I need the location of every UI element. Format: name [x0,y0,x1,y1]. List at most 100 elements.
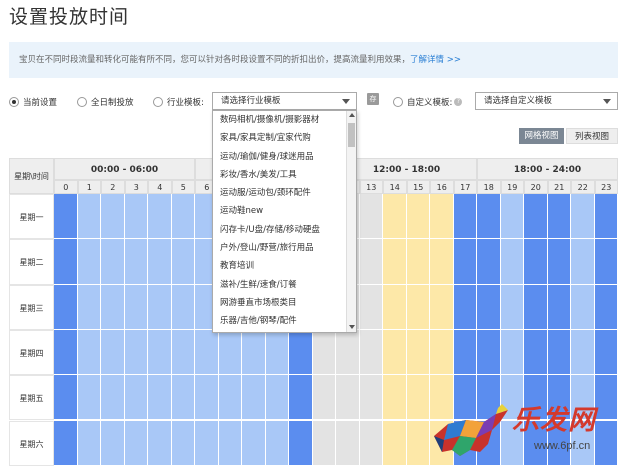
time-slot-cell[interactable] [77,420,101,466]
dropdown-scrollbar[interactable] [346,111,356,332]
time-slot-cell[interactable] [477,329,501,376]
time-slot-cell[interactable] [477,194,501,240]
radio-custom-template[interactable] [393,97,403,107]
time-slot-cell[interactable] [547,239,571,285]
radio-current-setting[interactable] [9,97,19,107]
time-slot-cell[interactable] [171,194,195,240]
time-slot-cell[interactable] [453,194,477,240]
time-slot-cell[interactable] [571,284,595,330]
time-slot-cell[interactable] [336,420,360,466]
custom-template-select[interactable]: 请选择自定义模板 [475,92,618,110]
time-slot-cell[interactable] [124,329,148,376]
time-slot-cell[interactable] [54,194,78,240]
dropdown-option[interactable]: 彩妆/香水/美发/工具 [213,166,356,184]
time-slot-cell[interactable] [101,420,125,466]
dropdown-option[interactable]: 家具/家具定制/宜家代购 [213,129,356,147]
time-slot-cell[interactable] [148,194,172,240]
grid-view-button[interactable]: 网格视图 [519,128,564,144]
time-slot-cell[interactable] [312,329,336,376]
time-slot-cell[interactable] [77,194,101,240]
time-slot-cell[interactable] [547,284,571,330]
time-slot-cell[interactable] [524,329,548,376]
radio-industry-template[interactable] [153,97,163,107]
time-slot-cell[interactable] [430,329,454,376]
time-slot-cell[interactable] [124,420,148,466]
time-slot-cell[interactable] [359,239,383,285]
time-slot-cell[interactable] [406,239,430,285]
time-slot-cell[interactable] [124,194,148,240]
time-slot-cell[interactable] [383,284,407,330]
time-slot-cell[interactable] [336,329,360,376]
time-slot-cell[interactable] [430,194,454,240]
time-slot-cell[interactable] [77,239,101,285]
time-slot-cell[interactable] [124,375,148,421]
time-slot-cell[interactable] [54,329,78,376]
time-slot-cell[interactable] [571,239,595,285]
time-slot-cell[interactable] [524,284,548,330]
time-slot-cell[interactable] [477,239,501,285]
industry-template-select[interactable]: 请选择行业模板 [212,92,357,110]
time-slot-cell[interactable] [289,420,313,466]
time-slot-cell[interactable] [54,239,78,285]
time-slot-cell[interactable] [148,239,172,285]
time-slot-cell[interactable] [312,420,336,466]
time-slot-cell[interactable] [500,329,524,376]
time-slot-cell[interactable] [242,420,266,466]
dropdown-option[interactable]: 数码相机/摄像机/摄影器材 [213,111,356,129]
option-current-setting[interactable]: 当前设置 [9,96,57,108]
dropdown-option[interactable]: 乐器/吉他/钢琴/配件 [213,312,356,330]
scroll-thumb[interactable] [348,123,355,147]
time-slot-cell[interactable] [547,194,571,240]
dropdown-option[interactable]: 运动鞋new [213,202,356,220]
time-slot-cell[interactable] [453,284,477,330]
time-slot-cell[interactable] [547,329,571,376]
save-template-icon[interactable]: 存 [367,93,379,105]
time-slot-cell[interactable] [430,239,454,285]
time-slot-cell[interactable] [54,420,78,466]
time-slot-cell[interactable] [383,239,407,285]
time-slot-cell[interactable] [148,375,172,421]
time-slot-cell[interactable] [195,420,219,466]
time-slot-cell[interactable] [148,284,172,330]
time-slot-cell[interactable] [383,375,407,421]
option-custom-template[interactable]: 自定义模板: ? [393,96,463,108]
time-slot-cell[interactable] [77,329,101,376]
time-slot-cell[interactable] [594,284,618,330]
time-slot-cell[interactable] [594,329,618,376]
time-slot-cell[interactable] [453,239,477,285]
learn-more-link[interactable]: 了解详情 >> [410,55,461,65]
time-slot-cell[interactable] [265,375,289,421]
time-slot-cell[interactable] [312,375,336,421]
time-slot-cell[interactable] [171,284,195,330]
time-slot-cell[interactable] [359,420,383,466]
time-slot-cell[interactable] [430,284,454,330]
time-slot-cell[interactable] [359,284,383,330]
time-slot-cell[interactable] [406,375,430,421]
dropdown-option[interactable]: 教育培训 [213,257,356,275]
time-slot-cell[interactable] [124,284,148,330]
time-slot-cell[interactable] [289,375,313,421]
dropdown-option[interactable]: 闪存卡/U盘/存储/移动硬盘 [213,221,356,239]
time-slot-cell[interactable] [289,329,313,376]
time-slot-cell[interactable] [453,329,477,376]
time-slot-cell[interactable] [524,194,548,240]
time-slot-cell[interactable] [406,284,430,330]
time-slot-cell[interactable] [500,284,524,330]
time-slot-cell[interactable] [383,329,407,376]
time-slot-cell[interactable] [218,329,242,376]
time-slot-cell[interactable] [101,239,125,285]
time-slot-cell[interactable] [148,420,172,466]
list-view-button[interactable]: 列表视图 [566,128,618,144]
time-slot-cell[interactable] [124,239,148,285]
time-slot-cell[interactable] [218,375,242,421]
time-slot-cell[interactable] [383,420,407,466]
time-slot-cell[interactable] [77,284,101,330]
dropdown-option[interactable]: 运动/瑜伽/健身/球迷用品 [213,148,356,166]
dropdown-option[interactable]: 滋补/生鲜/速食/订餐 [213,276,356,294]
time-slot-cell[interactable] [406,194,430,240]
time-slot-cell[interactable] [406,329,430,376]
time-slot-cell[interactable] [594,194,618,240]
time-slot-cell[interactable] [406,420,430,466]
dropdown-option[interactable]: 运动服/运动包/颈环配件 [213,184,356,202]
help-icon[interactable]: ? [454,98,463,106]
